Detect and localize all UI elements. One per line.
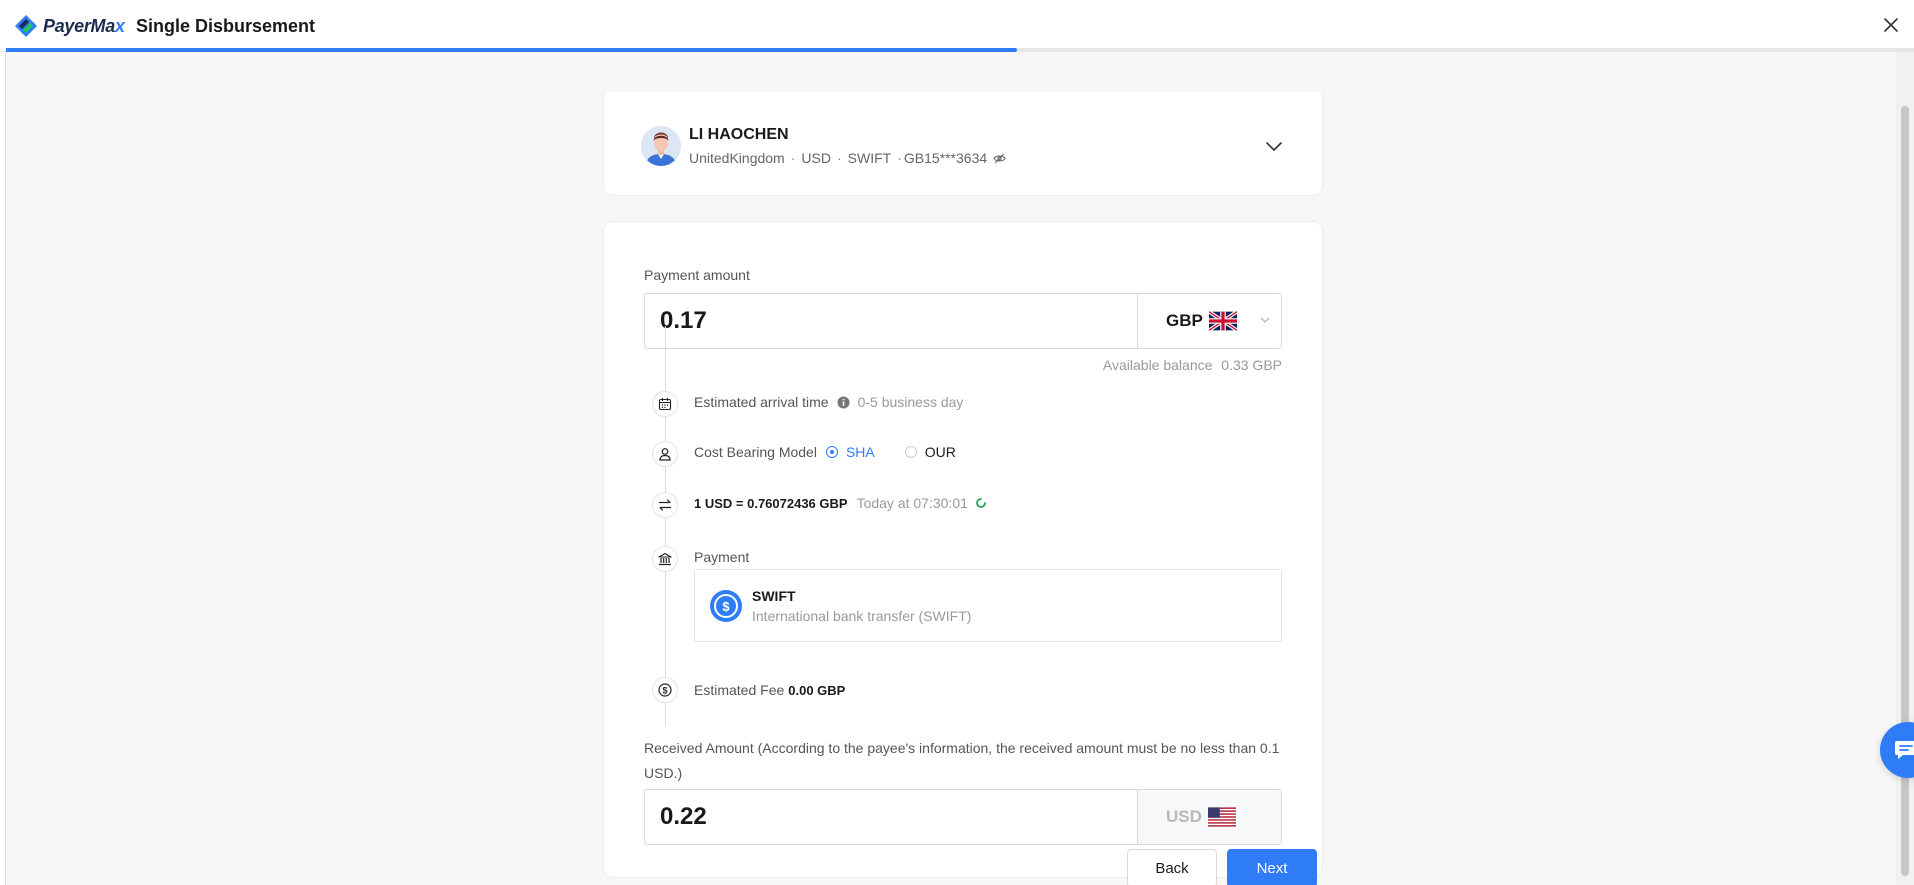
cost-bearing-row: Cost Bearing Model SHA OUR	[694, 444, 956, 460]
separator-dot: ·	[790, 150, 796, 166]
uk-flag-icon	[1208, 311, 1237, 331]
exchange-rate-row: 1 USD = 0.76072436 GBP Today at 07:30:01	[694, 495, 987, 511]
estimated-fee-row: Estimated Fee 0.00 GBP	[694, 682, 845, 698]
payment-amount-label: Payment amount	[644, 267, 750, 283]
option-label: OUR	[924, 444, 956, 460]
payee-account: GB15***3634	[903, 150, 988, 166]
info-icon[interactable]	[837, 395, 850, 409]
us-flag-icon	[1207, 807, 1236, 827]
refresh-icon[interactable]	[975, 497, 987, 509]
payment-method-label: Payment	[694, 549, 750, 565]
page-title: Single Disbursement	[136, 16, 316, 36]
payee-method: SWIFT	[847, 150, 892, 166]
received-amount-label: Received Amount (According to the payee'…	[644, 740, 1280, 781]
bank-icon	[652, 546, 678, 572]
estimated-arrival-row: Estimated arrival time 0-5 business day	[694, 394, 963, 410]
avatar	[641, 126, 681, 166]
avatar-icon	[641, 126, 681, 166]
close-button[interactable]	[1878, 12, 1904, 38]
eye-off-icon[interactable]	[993, 152, 1006, 165]
main-content: LI HAOCHEN UnitedKingdom · USD · SWIFT ·…	[6, 52, 1896, 885]
estimated-arrival-label: Estimated arrival time	[694, 394, 829, 410]
back-button[interactable]: Back	[1127, 849, 1217, 885]
separator-dot: ·	[897, 150, 902, 166]
chat-icon	[1895, 741, 1914, 759]
payee-name: LI HAOCHEN	[689, 126, 789, 143]
separator-dot: ·	[836, 150, 842, 166]
payee-details: UnitedKingdom · USD · SWIFT · GB15***363…	[689, 150, 1006, 166]
received-amount-field: USD	[644, 789, 1282, 845]
payment-amount-field: GBP	[644, 293, 1282, 349]
top-bar: PayerMax Single Disbursement	[0, 0, 1914, 52]
payment-currency-code: GBP	[1166, 311, 1203, 330]
exchange-icon	[652, 492, 678, 518]
brand-name: PayerMax	[43, 15, 125, 36]
calendar-icon	[652, 391, 678, 417]
estimated-fee-value: 0.00 GBP	[788, 682, 846, 698]
estimated-fee-label: Estimated Fee	[694, 682, 785, 698]
option-label: SHA	[845, 444, 875, 460]
svg-text:$: $	[722, 599, 730, 614]
payermax-logo: PayerMax	[14, 13, 125, 39]
payment-method-option[interactable]: $ SWIFT International bank transfer (SWI…	[694, 569, 1282, 642]
user-icon	[652, 441, 678, 467]
radio-checked	[825, 446, 838, 458]
close-icon	[1884, 18, 1898, 32]
available-balance-value: 0.33 GBP	[1221, 357, 1282, 373]
payment-amount-input[interactable]	[645, 294, 1137, 348]
cost-bearing-label: Cost Bearing Model	[694, 444, 817, 460]
chevron-down-icon	[1266, 142, 1282, 151]
payment-form-card: Payment amount GBP	[603, 221, 1323, 878]
payee-country: UnitedKingdom	[689, 150, 785, 166]
dollar-coin-icon: $	[710, 590, 742, 622]
exchange-rate-text: 1 USD = 0.76072436 GBP	[694, 495, 848, 511]
estimated-arrival-value: 0-5 business day	[857, 394, 964, 410]
cost-bearing-option-sha[interactable]: SHA	[825, 444, 875, 460]
single-disbursement-window: PayerMax Single Disbursement LI HAOCHEN …	[0, 0, 1914, 885]
chevron-down-icon	[1260, 317, 1270, 323]
timeline-connector	[665, 326, 666, 726]
payment-method-title: SWIFT	[752, 588, 796, 604]
available-balance: Available balance 0.33 GBP	[1103, 357, 1282, 373]
svg-text:$: $	[662, 685, 667, 695]
payment-currency-select[interactable]: GBP	[1137, 294, 1281, 348]
expand-payee-button[interactable]	[1264, 136, 1284, 156]
cost-bearing-option-our[interactable]: OUR	[904, 444, 956, 460]
available-balance-label: Available balance	[1102, 357, 1213, 373]
payee-card[interactable]: LI HAOCHEN UnitedKingdom · USD · SWIFT ·…	[603, 92, 1323, 196]
next-button[interactable]: Next	[1227, 849, 1317, 885]
fee-icon: $	[652, 677, 678, 703]
received-currency-code: USD	[1166, 807, 1202, 826]
exchange-rate-time: Today at 07:30:01	[856, 495, 968, 511]
received-currency-display: USD	[1137, 790, 1281, 844]
payee-currency: USD	[801, 150, 831, 166]
payermax-logo-icon	[15, 15, 37, 37]
payment-method-subtitle: International bank transfer (SWIFT)	[752, 608, 972, 624]
radio-unchecked	[904, 446, 917, 458]
received-amount-input[interactable]	[645, 790, 1137, 844]
